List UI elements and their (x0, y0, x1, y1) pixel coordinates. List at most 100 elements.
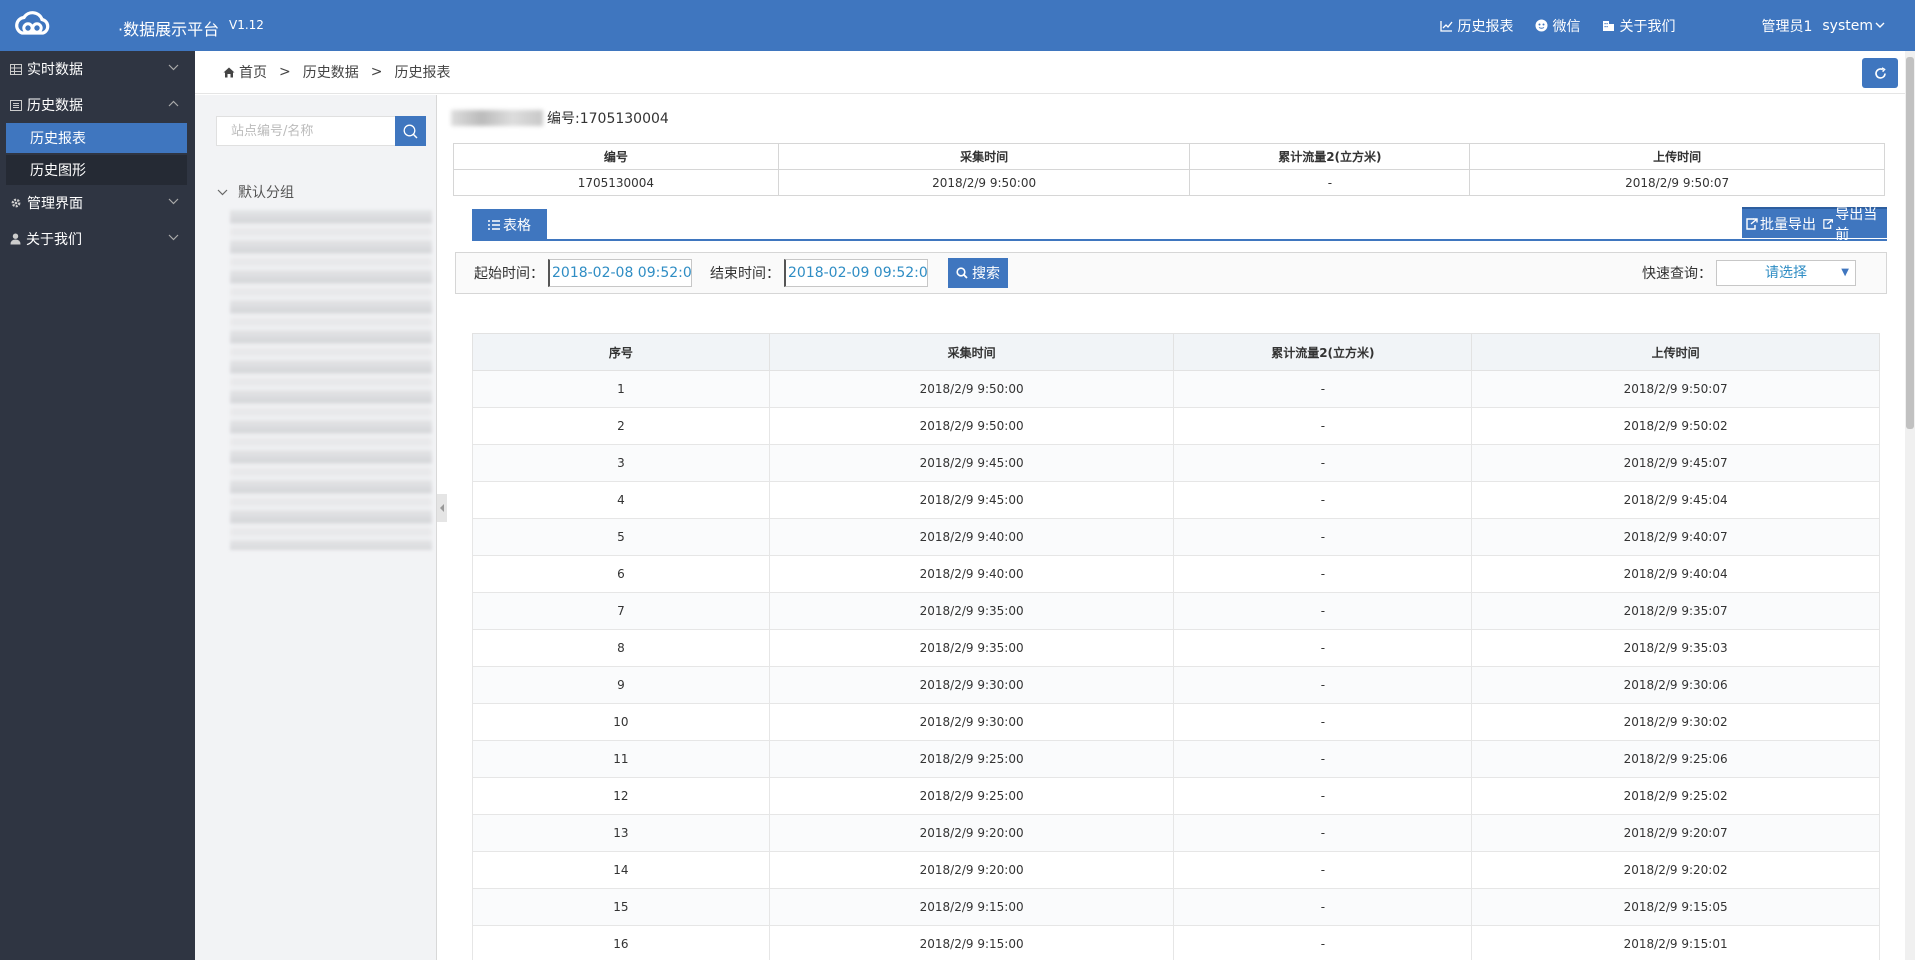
table-cell: 6 (472, 555, 770, 593)
table-cell: 8 (472, 629, 770, 667)
table-cell: 2018/2/9 9:25:06 (1471, 740, 1880, 778)
list-icon (488, 219, 500, 230)
end-time-input[interactable] (784, 259, 928, 287)
breadcrumb-history[interactable]: 历史数据 (303, 62, 359, 82)
sidebar-subitem-history-report[interactable]: 历史报表 (6, 123, 187, 153)
table-cell: 2018/2/9 9:30:02 (1471, 703, 1880, 741)
table-cell: 2018/2/9 9:30:00 (768, 666, 1175, 704)
table-cell: - (1173, 629, 1473, 667)
gear-icon (11, 198, 21, 208)
table-cell: 11 (472, 740, 770, 778)
nav-history-report-label: 历史报表 (1457, 18, 1514, 35)
chevron-down-icon (168, 198, 179, 205)
column-header: 上传时间 (1471, 333, 1880, 371)
column-header: 采集时间 (768, 333, 1175, 371)
table-cell: 2018/2/9 9:35:00 (768, 592, 1175, 630)
tree-group-default[interactable]: 默认分组 (217, 182, 294, 202)
station-search-button[interactable] (395, 116, 426, 146)
sidebar-subitem-history-graph[interactable]: 历史图形 (6, 155, 187, 185)
table-row: 16 2018/2/9 9:15:00-2018/2/9 9:15:01 (472, 925, 1880, 960)
quick-query-value: 请选择 (1765, 265, 1807, 281)
table-cell: 2018/2/9 9:40:04 (1471, 555, 1880, 593)
filter-bar: 起始时间： 结束时间： 搜索 快速查询： 请选择 ▼ (455, 252, 1887, 294)
batch-export-button[interactable]: 批量导出 (1742, 207, 1820, 238)
table-cell: 2018/2/9 9:25:00 (768, 740, 1175, 778)
table-row: 5 2018/2/9 9:40:00-2018/2/9 9:40:07 (472, 518, 1880, 556)
search-button[interactable]: 搜索 (948, 258, 1008, 288)
table-cell: 15 (472, 888, 770, 926)
table-row: 11 2018/2/9 9:25:00-2018/2/9 9:25:06 (472, 740, 1880, 778)
sidebar-item-label: 关于我们 (26, 232, 82, 248)
building-icon (1603, 21, 1615, 31)
table-cell: 2018/2/9 9:25:00 (768, 777, 1175, 815)
table-cell: 2018/2/9 9:35:07 (1471, 592, 1880, 630)
station-tree-panel: 默认分组 (195, 95, 437, 960)
sidebar-item-realtime[interactable]: 实时数据 (0, 51, 195, 87)
table-cell: 5 (472, 518, 770, 556)
table-cell: 2018/2/9 9:35:03 (1471, 629, 1880, 667)
sidebar-item-history[interactable]: 历史数据 (0, 87, 195, 123)
latest-info-table: 编号 采集时间 累计流量2(立方米) 上传时间 1705130004 2018/… (453, 143, 1885, 196)
main-content: 编号:1705130004 编号 采集时间 累计流量2(立方米) 上传时间 17… (447, 95, 1905, 960)
table-header-row: 序号 采集时间 累计流量2(立方米) 上传时间 (472, 333, 1880, 371)
table-cell: 2018/2/9 9:15:00 (768, 888, 1175, 926)
table-cell: - (1173, 555, 1473, 593)
search-icon (403, 124, 418, 139)
tab-table[interactable]: 表格 (472, 209, 547, 240)
column-header: 序号 (472, 333, 770, 371)
tree-collapse-handle[interactable] (437, 494, 447, 522)
table-cell: 1 (472, 370, 770, 408)
table-cell: 2018/2/9 9:40:00 (768, 518, 1175, 556)
app-title: ·数据展示平台 (118, 20, 220, 39)
nav-history-report[interactable]: 历史报表 (1440, 16, 1513, 36)
table-cell: 4 (472, 481, 770, 519)
table-cell: - (1173, 888, 1473, 926)
wechat-icon (1535, 19, 1548, 32)
table-header-row: 编号 采集时间 累计流量2(立方米) 上传时间 (453, 143, 1885, 170)
table-cell: - (1173, 592, 1473, 630)
table-cell: 10 (472, 703, 770, 741)
user-icon (10, 233, 21, 245)
station-search-input[interactable] (216, 116, 396, 146)
scrollbar-thumb[interactable] (1906, 57, 1914, 429)
quick-query-select[interactable]: 请选择 ▼ (1716, 260, 1856, 286)
breadcrumb-home[interactable]: 首页 (239, 62, 267, 82)
table-row: 4 2018/2/9 9:45:00-2018/2/9 9:45:04 (472, 481, 1880, 519)
table-cell: - (1173, 814, 1473, 852)
table-cell: - (1173, 444, 1473, 482)
export-current-button[interactable]: 导出当前 (1819, 207, 1887, 243)
user-name: system (1822, 17, 1873, 34)
table-row: 10 2018/2/9 9:30:00-2018/2/9 9:30:02 (472, 703, 1880, 741)
export-icon (1823, 218, 1833, 229)
table-cell: - (1173, 703, 1473, 741)
table-cell: 14 (472, 851, 770, 889)
table-cell: - (1173, 740, 1473, 778)
tree-station-list-blurred[interactable] (230, 210, 432, 550)
table-cell: 13 (472, 814, 770, 852)
column-header: 上传时间 (1469, 143, 1885, 170)
chevron-down-icon (1875, 22, 1885, 28)
breadcrumb-separator: > (370, 64, 383, 80)
user-menu[interactable]: 管理员1 system (1761, 16, 1885, 36)
nav-wechat[interactable]: 微信 (1535, 16, 1580, 36)
top-nav: 历史报表 微信 关于我们 管理员1 system (1440, 0, 1915, 51)
column-header: 采集时间 (777, 143, 1191, 170)
start-time-input[interactable] (548, 259, 692, 287)
export-current-label: 导出当前 (1835, 206, 1878, 243)
search-button-label: 搜索 (972, 266, 1000, 282)
sidebar-item-label: 历史报表 (30, 131, 86, 147)
document-icon (10, 99, 22, 111)
sidebar-item-about[interactable]: 关于我们 (0, 221, 195, 257)
nav-about[interactable]: 关于我们 (1602, 16, 1675, 36)
refresh-button[interactable] (1862, 58, 1898, 88)
breadcrumb-separator: > (279, 64, 291, 80)
page-scrollbar[interactable] (1905, 51, 1915, 960)
table-cell: - (1173, 666, 1473, 704)
sidebar-item-manage[interactable]: 管理界面 (0, 185, 195, 221)
table-cell: 12 (472, 777, 770, 815)
table-cell: 2018/2/9 9:35:00 (768, 629, 1175, 667)
table-row: 1 2018/2/9 9:50:00-2018/2/9 9:50:07 (472, 370, 1880, 408)
sidebar-item-label: 历史数据 (27, 98, 83, 114)
station-id-label: 编号:1705130004 (547, 111, 669, 127)
table-row: 1705130004 2018/2/9 9:50:00 - 2018/2/9 9… (453, 169, 1885, 196)
